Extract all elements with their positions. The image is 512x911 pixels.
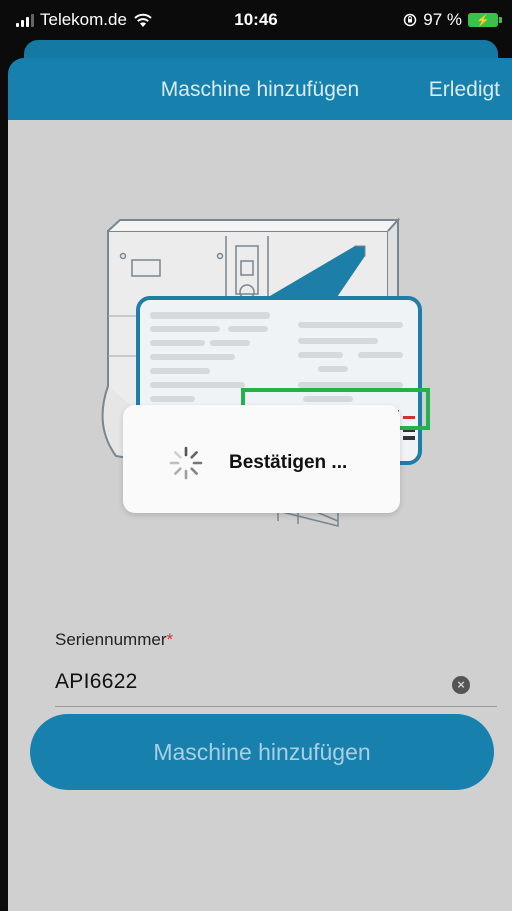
battery-charging-icon: ⚡ xyxy=(468,13,502,27)
input-underline xyxy=(55,706,497,707)
status-bar: Telekom.de 10:46 97 % ⚡ xyxy=(0,0,512,40)
required-marker: * xyxy=(166,630,174,649)
loading-message: Bestätigen ... xyxy=(229,452,348,473)
clear-input-icon[interactable]: × xyxy=(452,676,470,694)
status-right: 97 % ⚡ xyxy=(403,10,502,30)
loading-dialog: Bestätigen ... xyxy=(123,405,400,513)
serial-number-input[interactable]: API6622 xyxy=(55,670,138,694)
orientation-lock-icon xyxy=(404,13,417,27)
done-button[interactable]: Erledigt xyxy=(429,78,500,102)
navigation-bar: Maschine hinzufügen Erledigt xyxy=(8,58,512,120)
spinner-icon xyxy=(169,446,203,480)
serial-number-label: Seriennummer* xyxy=(55,630,174,649)
add-machine-button[interactable]: Maschine hinzufügen xyxy=(30,714,494,790)
content-area: Seriennummer* API6622 × Maschine hinzufü… xyxy=(8,120,512,911)
battery-percent: 97 % xyxy=(423,10,462,29)
